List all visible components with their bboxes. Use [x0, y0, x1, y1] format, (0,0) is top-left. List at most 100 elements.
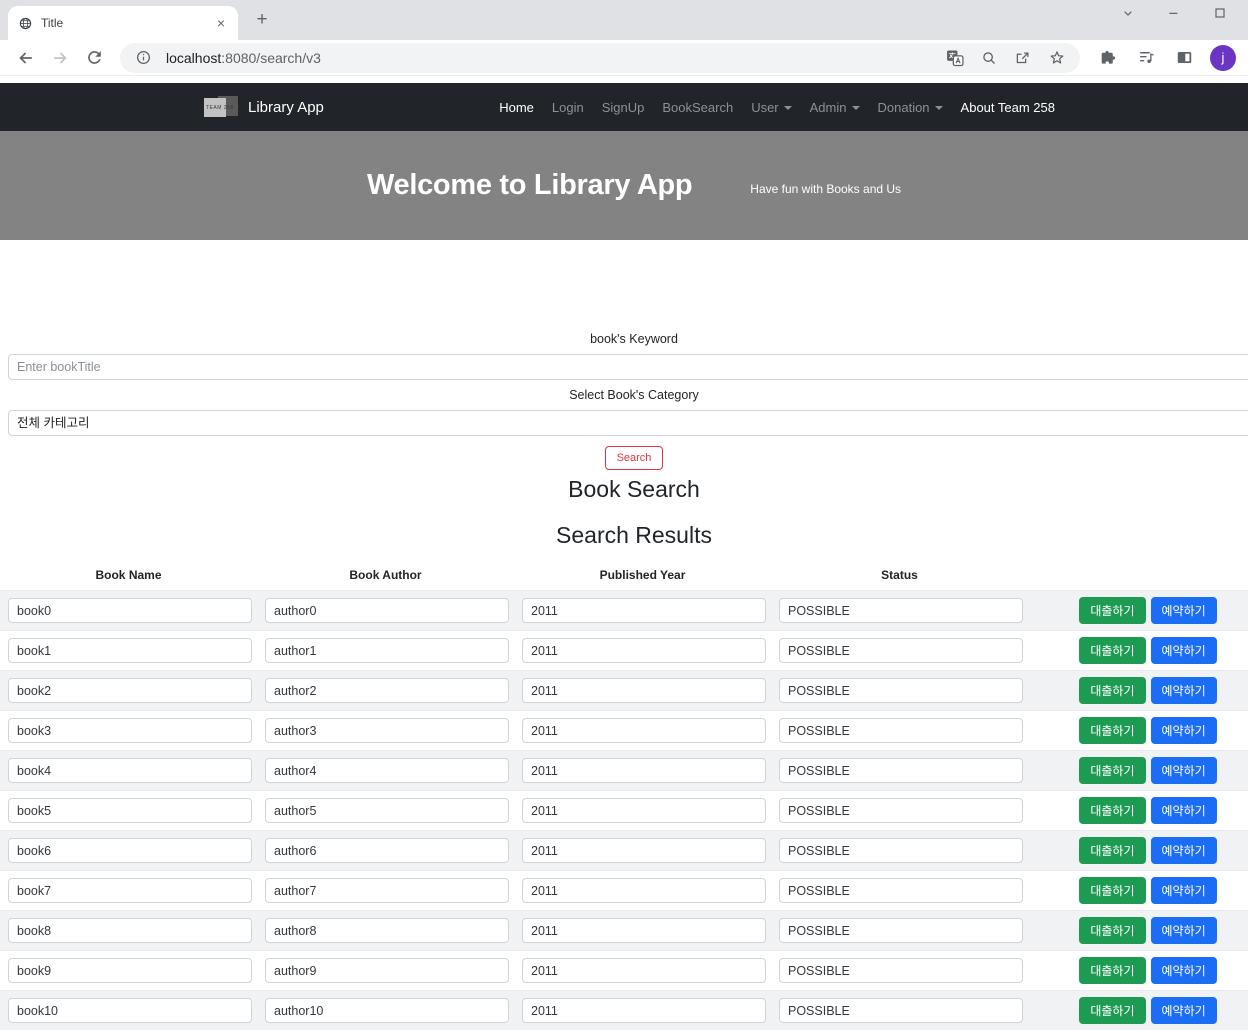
- reserve-button[interactable]: 예약하기: [1150, 957, 1217, 985]
- published-year-input[interactable]: [522, 878, 766, 904]
- address-bar[interactable]: localhost:8080/search/v3: [120, 42, 1080, 73]
- category-select[interactable]: 전체 카테고리: [8, 410, 1248, 436]
- book-author-input[interactable]: [265, 958, 509, 984]
- book-author-input[interactable]: [265, 678, 509, 704]
- new-tab-button[interactable]: +: [250, 8, 274, 32]
- translate-icon[interactable]: [944, 47, 966, 69]
- book-name-input[interactable]: [8, 678, 252, 704]
- nav-signup[interactable]: SignUp: [593, 100, 654, 115]
- refresh-icon[interactable]: [80, 44, 108, 72]
- published-year-input[interactable]: [522, 998, 766, 1024]
- book-author-input[interactable]: [265, 838, 509, 864]
- share-icon[interactable]: [1012, 47, 1034, 69]
- media-controls-icon[interactable]: [1134, 46, 1158, 70]
- reserve-button[interactable]: 예약하기: [1150, 677, 1217, 705]
- status-input[interactable]: [779, 718, 1023, 744]
- book-author-input[interactable]: [265, 998, 509, 1024]
- borrow-button[interactable]: 대출하기: [1079, 917, 1146, 945]
- reserve-button[interactable]: 예약하기: [1150, 637, 1217, 665]
- status-input[interactable]: [779, 958, 1023, 984]
- nav-donation[interactable]: Donation: [869, 100, 952, 115]
- column-header: Book Author: [349, 568, 422, 583]
- status-input[interactable]: [779, 918, 1023, 944]
- status-input[interactable]: [779, 598, 1023, 624]
- table-row: 대출하기예약하기: [0, 710, 1248, 751]
- book-name-input[interactable]: [8, 638, 252, 664]
- brand[interactable]: TEAM 258 Library App: [204, 94, 324, 120]
- book-name-input[interactable]: [8, 718, 252, 744]
- book-name-input[interactable]: [8, 798, 252, 824]
- published-year-input[interactable]: [522, 638, 766, 664]
- search-lens-icon[interactable]: [978, 47, 1000, 69]
- published-year-input[interactable]: [522, 918, 766, 944]
- published-year-input[interactable]: [522, 598, 766, 624]
- book-name-input[interactable]: [8, 758, 252, 784]
- back-icon[interactable]: [12, 44, 40, 72]
- browser-tab[interactable]: Title ×: [8, 6, 238, 40]
- book-name-input[interactable]: [8, 958, 252, 984]
- reserve-button[interactable]: 예약하기: [1150, 877, 1217, 905]
- borrow-button[interactable]: 대출하기: [1079, 717, 1146, 745]
- nav-user[interactable]: User: [742, 100, 800, 115]
- navbar-items: Home Login SignUp BookSearch User Admin Donati…: [490, 100, 1064, 115]
- side-panel-icon[interactable]: [1172, 46, 1196, 70]
- nav-admin[interactable]: Admin: [801, 100, 869, 115]
- book-author-input[interactable]: [265, 638, 509, 664]
- book-author-input[interactable]: [265, 718, 509, 744]
- book-name-input[interactable]: [8, 918, 252, 944]
- reserve-button[interactable]: 예약하기: [1150, 837, 1217, 865]
- reserve-button[interactable]: 예약하기: [1150, 797, 1217, 825]
- book-author-input[interactable]: [265, 878, 509, 904]
- borrow-button[interactable]: 대출하기: [1079, 677, 1146, 705]
- reserve-button[interactable]: 예약하기: [1150, 717, 1217, 745]
- published-year-input[interactable]: [522, 838, 766, 864]
- borrow-button[interactable]: 대출하기: [1079, 797, 1146, 825]
- published-year-input[interactable]: [522, 678, 766, 704]
- book-name-input[interactable]: [8, 838, 252, 864]
- bookmark-star-icon[interactable]: [1046, 47, 1068, 69]
- borrow-button[interactable]: 대출하기: [1079, 837, 1146, 865]
- info-icon[interactable]: [132, 47, 154, 69]
- status-input[interactable]: [779, 998, 1023, 1024]
- book-author-input[interactable]: [265, 918, 509, 944]
- book-title-input[interactable]: [8, 354, 1248, 380]
- status-input[interactable]: [779, 838, 1023, 864]
- reserve-button[interactable]: 예약하기: [1150, 757, 1217, 785]
- status-input[interactable]: [779, 678, 1023, 704]
- book-name-input[interactable]: [8, 598, 252, 624]
- nav-about-team-258[interactable]: About Team 258: [952, 100, 1064, 115]
- status-input[interactable]: [779, 638, 1023, 664]
- profile-avatar[interactable]: j: [1210, 44, 1236, 71]
- published-year-input[interactable]: [522, 718, 766, 744]
- borrow-button[interactable]: 대출하기: [1079, 597, 1146, 625]
- status-input[interactable]: [779, 798, 1023, 824]
- reserve-button[interactable]: 예약하기: [1150, 597, 1217, 625]
- nav-login[interactable]: Login: [543, 100, 593, 115]
- tab-search-chevron-icon[interactable]: [1120, 5, 1136, 21]
- borrow-button[interactable]: 대출하기: [1079, 637, 1146, 665]
- book-author-input[interactable]: [265, 598, 509, 624]
- borrow-button[interactable]: 대출하기: [1079, 757, 1146, 785]
- book-author-input[interactable]: [265, 758, 509, 784]
- status-input[interactable]: [779, 758, 1023, 784]
- published-year-input[interactable]: [522, 958, 766, 984]
- nav-home[interactable]: Home: [490, 100, 543, 115]
- extensions-icon[interactable]: [1096, 46, 1120, 70]
- book-name-input[interactable]: [8, 878, 252, 904]
- forward-icon[interactable]: [46, 44, 74, 72]
- maximize-icon[interactable]: [1212, 5, 1228, 21]
- status-input[interactable]: [779, 878, 1023, 904]
- book-author-input[interactable]: [265, 798, 509, 824]
- borrow-button[interactable]: 대출하기: [1079, 957, 1146, 985]
- reserve-button[interactable]: 예약하기: [1150, 917, 1217, 945]
- borrow-button[interactable]: 대출하기: [1079, 877, 1146, 905]
- published-year-input[interactable]: [522, 758, 766, 784]
- minimize-icon[interactable]: [1166, 5, 1182, 21]
- tab-close-icon[interactable]: ×: [214, 15, 228, 31]
- published-year-input[interactable]: [522, 798, 766, 824]
- book-name-input[interactable]: [8, 998, 252, 1024]
- borrow-button[interactable]: 대출하기: [1079, 997, 1146, 1025]
- reserve-button[interactable]: 예약하기: [1150, 997, 1217, 1025]
- search-button[interactable]: Search: [604, 446, 664, 470]
- nav-booksearch[interactable]: BookSearch: [653, 100, 742, 115]
